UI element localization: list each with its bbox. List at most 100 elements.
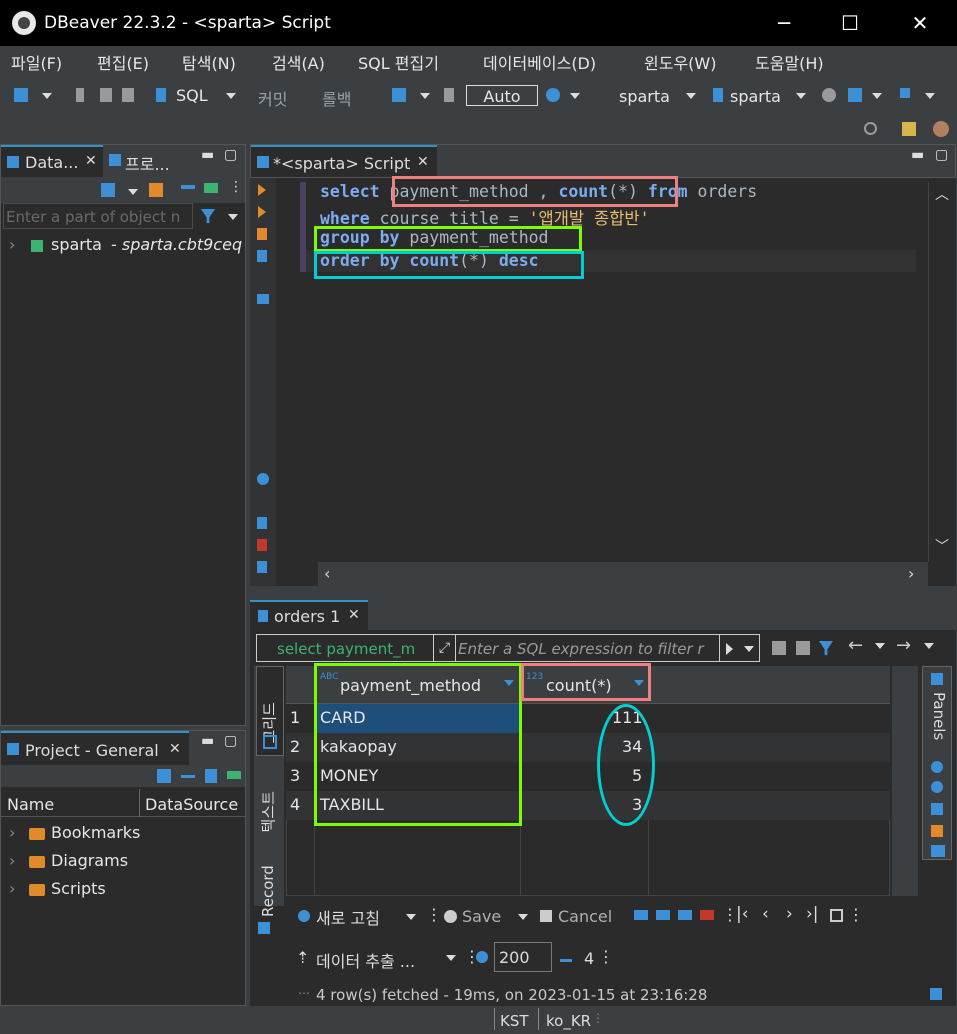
menu-search[interactable]: 검색(A) [272,50,325,74]
chevron-down-icon[interactable] [686,93,696,99]
minimize-button[interactable]: ─ [760,6,808,40]
export-data-button[interactable]: 데이터 추출 ... [316,948,415,972]
search-icon[interactable] [864,122,877,135]
record-mode-icon[interactable] [258,922,270,934]
tab-sql-script[interactable]: *<sparta> Script ✕ [251,145,437,177]
expand-icon[interactable]: ⤢ [434,634,456,662]
project-item-scripts[interactable]: Scripts [51,879,106,898]
load-script-icon[interactable] [257,517,267,529]
close-button[interactable]: ✕ [896,6,944,40]
project-item-diagrams[interactable]: Diagrams [51,851,128,870]
commit-button[interactable]: 커밋 [258,86,287,110]
chevron-down-icon[interactable] [875,643,885,649]
terminal-icon[interactable] [257,294,269,304]
expand-arrow-icon[interactable]: › [9,851,15,870]
active-schema[interactable]: sparta [730,87,781,106]
link-editor-icon[interactable] [227,771,241,779]
collapse-all-icon[interactable] [181,775,195,778]
execute-statement-icon[interactable] [258,184,266,196]
dashboard-icon[interactable] [822,88,836,102]
chevron-down-icon[interactable] [872,93,882,99]
row-count-icon[interactable] [560,950,572,962]
link-editor-icon[interactable] [204,183,218,193]
maximize-icon[interactable]: ▢ [935,147,948,163]
active-datasource[interactable]: sparta [619,87,670,106]
menu-file[interactable]: 파일(F) [11,50,62,74]
sql-button[interactable]: SQL [176,86,208,105]
navigator-filter-input[interactable]: Enter a part of object n [3,203,193,229]
chevron-down-icon[interactable] [924,643,934,649]
explain-plan-icon[interactable] [257,250,267,262]
avatar[interactable] [933,121,949,137]
configure-icon[interactable] [157,769,171,783]
chevron-down-icon[interactable] [446,955,456,961]
tab-projects[interactable]: 프로... [107,145,193,177]
grid-vertical-scrollbar[interactable] [892,666,918,896]
add-icon[interactable] [205,769,217,783]
export-script-icon[interactable] [257,561,267,573]
cancel-button[interactable]: Cancel [558,907,612,926]
execute-script-icon[interactable] [257,228,267,240]
forward-arrow-icon[interactable]: → [896,635,911,656]
add-row-icon[interactable] [656,910,670,920]
copy-row-icon[interactable] [678,910,692,920]
menu-database[interactable]: 데이터베이스(D) [483,50,596,74]
menu-sql-editor[interactable]: SQL 편집기 [358,50,439,74]
chevron-down-icon[interactable] [42,93,52,99]
connection-name[interactable]: sparta [51,235,102,254]
new-folder-icon[interactable] [149,183,163,197]
tab-grid-view[interactable]: 그리드 [256,666,284,756]
back-arrow-icon[interactable]: ← [848,635,863,656]
maximize-icon[interactable]: ▢ [224,733,237,749]
menu-edit[interactable]: 편집(E) [97,50,149,74]
project-item-bookmarks[interactable]: Bookmarks [51,823,140,842]
filter-history-icon[interactable] [796,641,810,655]
save-button[interactable]: Save [462,907,501,926]
sql-editor-icon[interactable] [156,88,166,102]
expand-arrow-icon[interactable]: › [9,235,15,254]
execute-new-tab-icon[interactable] [258,206,266,218]
chevron-down-icon[interactable] [228,214,238,220]
auto-commit-field[interactable]: Auto [466,85,538,106]
more-icon[interactable]: ⋮ [229,179,243,195]
menu-navigate[interactable]: 탐색(N) [182,50,236,74]
transaction-mode-icon[interactable] [392,88,406,102]
plug-icon[interactable] [76,88,84,102]
collapse-all-icon[interactable] [181,185,195,189]
minimize-icon[interactable]: ▬ [911,147,924,163]
connect-icon[interactable] [101,183,115,197]
filter-icon[interactable] [201,209,215,223]
fetch-size-input[interactable]: 200 [494,942,552,972]
chevron-down-icon[interactable] [128,189,138,195]
more-icon[interactable]: ⋮ [848,905,864,924]
expand-arrow-icon[interactable]: › [9,879,15,898]
last-page-icon[interactable]: ›| [806,904,819,924]
settings-icon[interactable] [257,473,269,485]
tab-project-general[interactable]: Project - General ✕ [1,731,189,765]
save-script-icon[interactable] [257,539,267,551]
apply-filter-button[interactable] [720,634,760,662]
first-page-icon[interactable]: |‹ [736,904,749,924]
chevron-down-icon[interactable] [518,914,528,920]
chevron-down-icon[interactable] [226,93,236,99]
minimize-icon[interactable]: ▬ [201,733,214,749]
find-icon[interactable] [900,88,910,98]
panels-toggle[interactable]: Panels [922,666,952,860]
minimize-icon[interactable]: ▬ [201,147,214,163]
tab-text-view[interactable]: 텍스트 [256,762,284,848]
maximize-button[interactable]: ☐ [826,6,874,40]
clear-filter-icon[interactable] [772,641,786,655]
more-icon[interactable]: ⋮ [426,905,442,924]
fetch-all-icon[interactable] [830,909,843,922]
new-connection-icon[interactable] [14,88,28,102]
edit-row-icon[interactable] [634,910,648,920]
chevron-down-icon[interactable] [925,93,935,99]
result-panel-toggle-icon[interactable] [930,988,942,1000]
chevron-down-icon[interactable] [796,93,806,99]
chevron-down-icon[interactable] [570,93,580,99]
previous-page-icon[interactable]: ‹ [762,904,769,924]
invalidate-icon[interactable] [122,88,134,102]
result-filter-input[interactable]: Enter a SQL expression to filter r [456,634,720,662]
delete-row-icon[interactable] [700,910,714,920]
maximize-icon[interactable]: ▢ [224,147,237,163]
